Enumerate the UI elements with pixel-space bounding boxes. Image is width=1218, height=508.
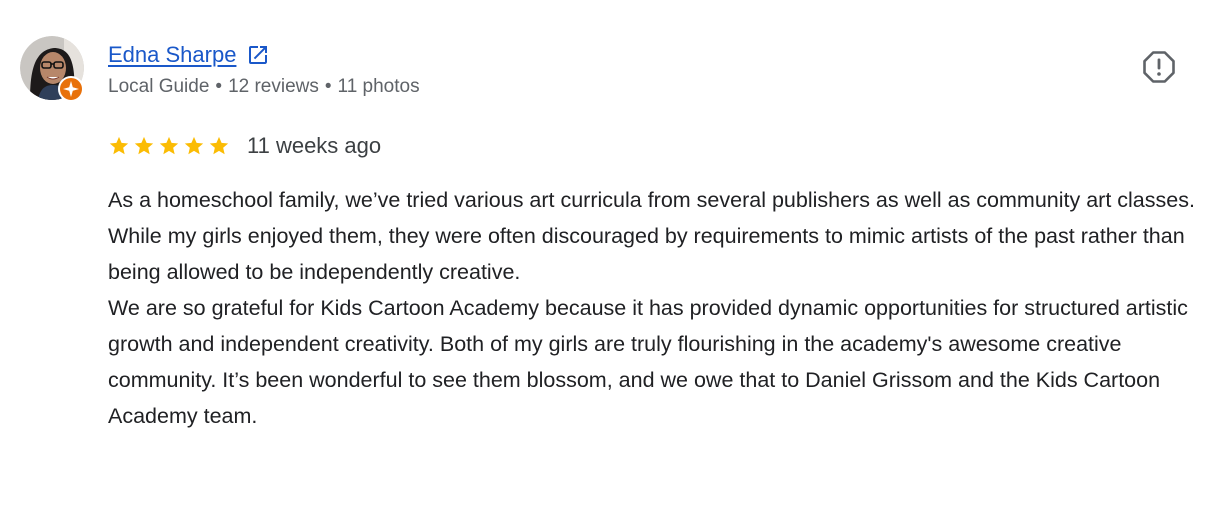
reviewer-meta: Local Guide • 12 reviews • 11 photos (108, 74, 420, 100)
local-guide-label: Local Guide (108, 76, 210, 97)
report-icon[interactable] (1141, 49, 1177, 85)
separator-dot: • (215, 76, 223, 97)
star-icon (159, 136, 179, 155)
photo-count: 11 photos (337, 76, 420, 97)
avatar[interactable] (20, 36, 86, 102)
separator-dot: • (324, 76, 332, 97)
rating-row: 11 weeks ago (108, 131, 381, 161)
review-text: As a homeschool family, we’ve tried vari… (108, 182, 1203, 434)
author-row: Edna Sharpe (108, 40, 270, 70)
star-icon (209, 136, 229, 155)
external-link-icon[interactable] (246, 43, 270, 67)
review-paragraph: We are so grateful for Kids Cartoon Acad… (108, 296, 1188, 428)
star-icon (109, 136, 129, 155)
review-paragraph: As a homeschool family, we’ve tried vari… (108, 188, 1195, 284)
local-guide-badge-icon (58, 76, 84, 102)
star-icon (134, 136, 154, 155)
star-icon (184, 136, 204, 155)
review-count: 12 reviews (228, 76, 319, 97)
review-card: Edna Sharpe Local Guide • 12 reviews • 11 ph… (0, 0, 1218, 508)
star-rating (108, 135, 233, 157)
reviewer-name-link[interactable]: Edna Sharpe (108, 41, 236, 69)
review-time: 11 weeks ago (247, 133, 382, 158)
